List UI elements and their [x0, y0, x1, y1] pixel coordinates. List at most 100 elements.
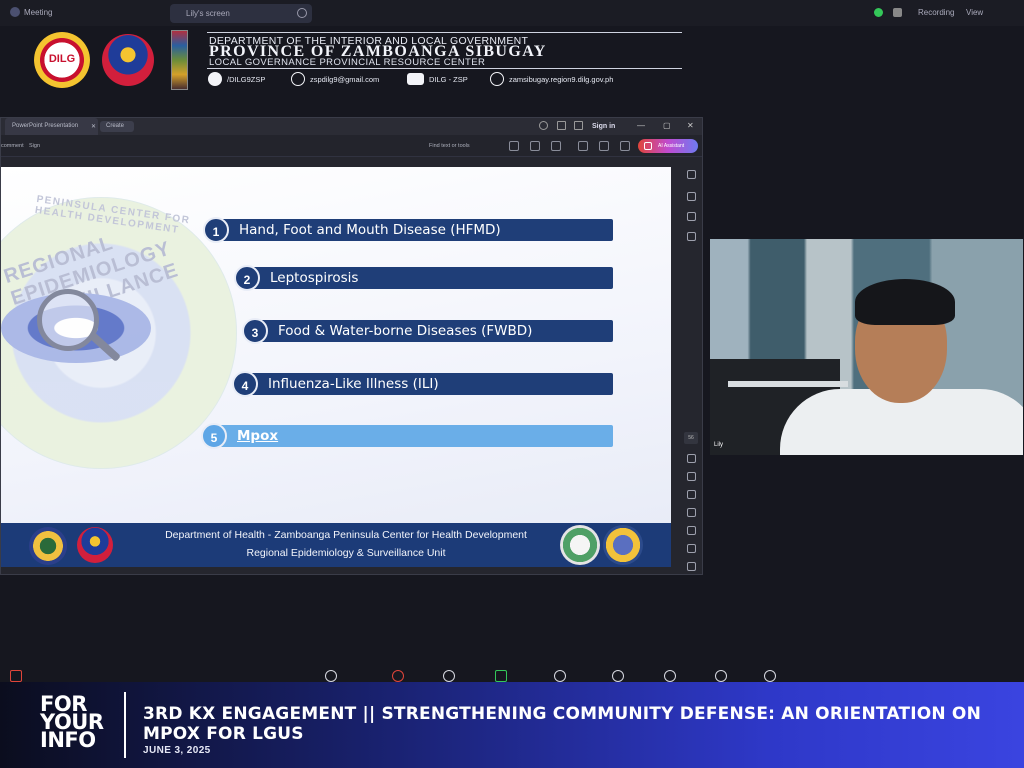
close-tab-icon[interactable]: ✕: [91, 123, 96, 130]
ppt-tab-label: PowerPoint Presentation: [12, 123, 79, 129]
list-item-label: Influenza-Like Illness (ILI): [244, 373, 613, 395]
print-icon[interactable]: [578, 141, 588, 151]
for-your-info-logo: FOR YOUR INFO: [40, 694, 116, 752]
zoom-out-icon[interactable]: [687, 562, 696, 571]
list-item-label: Hand, Foot and Mouth Disease (HFMD): [215, 219, 613, 241]
minimize-icon[interactable]: —: [637, 121, 645, 130]
website-url: zamsibugay.region9.dilg.gov.ph: [509, 75, 614, 84]
presentation-slide: PENINSULA CENTER FOR HEALTH DEVELOPMENT …: [1, 167, 671, 567]
recording-label: Recording: [918, 8, 955, 17]
lower-third-banner: FOR YOUR INFO 3RD KX ENGAGEMENT || STREN…: [0, 682, 1024, 768]
record-icon[interactable]: [715, 670, 727, 682]
ai-assistant-icon: [644, 142, 652, 150]
info-icon[interactable]: [612, 670, 624, 682]
list-item-number: 1: [203, 217, 229, 243]
copy-icon[interactable]: [687, 232, 696, 241]
participants-icon[interactable]: [325, 670, 337, 682]
view-button[interactable]: View: [966, 8, 983, 17]
rotate-icon[interactable]: [687, 508, 696, 517]
chat-icon[interactable]: [392, 670, 404, 682]
list-item-label: Mpox: [213, 425, 613, 447]
help-icon[interactable]: [539, 121, 548, 130]
resu-emblem-logo: PENINSULA CENTER FOR HEALTH DEVELOPMENT …: [1, 194, 237, 469]
participant-name: Lily: [714, 442, 724, 448]
ai-assistant-label: AI Assistant: [658, 143, 685, 149]
apps-icon[interactable]: [557, 121, 566, 130]
banner-date: JUNE 3, 2025: [143, 745, 211, 756]
comment-tool[interactable]: comment: [1, 143, 24, 149]
magnifier-icon: [37, 289, 99, 351]
meeting-icon[interactable]: [10, 7, 20, 17]
meeting-title: Meeting: [24, 8, 53, 17]
list-item-label: Food & Water-borne Diseases (FWBD): [254, 320, 613, 342]
screenshot-stage: Meeting Lily's screen Recording View DIL…: [0, 0, 1024, 768]
dilg-seal-logo: DILG: [34, 32, 90, 88]
stop-share-icon[interactable]: [297, 8, 307, 18]
more-icon[interactable]: [764, 670, 776, 682]
tool-icon[interactable]: [530, 141, 540, 151]
participant-video[interactable]: Lily: [710, 239, 1023, 455]
zoom-in-icon[interactable]: [687, 544, 696, 553]
sign-tool[interactable]: Sign: [29, 143, 40, 149]
side-tool-rail: 56: [681, 162, 701, 574]
comment-icon[interactable]: [687, 192, 696, 201]
screen-share-indicator[interactable]: Lily's screen: [170, 4, 312, 23]
email-icon: [291, 72, 305, 86]
facebook-icon: [208, 72, 222, 86]
header-rule-bottom: [207, 68, 682, 69]
ppt-titlebar: PowerPoint Presentation ✕ Create Sign in…: [1, 118, 702, 135]
resource-center-name: LOCAL GOVERNANCE PROVINCIAL RESOURCE CEN…: [209, 57, 486, 68]
camera-off-icon[interactable]: [10, 670, 22, 682]
email-address: zspdilg9@gmail.com: [310, 75, 380, 84]
list-item-number: 2: [234, 265, 260, 291]
screen-share-label: Lily's screen: [186, 9, 230, 18]
ai-assistant-button[interactable]: AI Assistant: [638, 139, 698, 153]
tool-icon[interactable]: [509, 141, 519, 151]
globe-icon: [490, 72, 504, 86]
banner-divider: [124, 692, 126, 758]
dilg-header: DILG DEPARTMENT OF THE INTERIOR AND LOCA…: [0, 26, 1024, 96]
text-icon[interactable]: [687, 454, 696, 463]
ppt-toolbar: comment Sign Find text or tools AI Assis…: [1, 135, 702, 157]
chd-seal-logo: [560, 525, 600, 565]
share-screen-icon[interactable]: [495, 670, 507, 682]
page-number-box[interactable]: 56: [684, 432, 698, 444]
participant-hair: [855, 279, 955, 325]
close-window-icon[interactable]: ✕: [687, 121, 694, 130]
resu-seal-logo: [603, 525, 643, 565]
pen-icon[interactable]: [599, 141, 609, 151]
youtube-icon: [407, 73, 424, 85]
thumbnail-icon[interactable]: [687, 170, 696, 179]
banner-title: 3RD KX ENGAGEMENT || STRENGTHENING COMMU…: [143, 704, 982, 744]
tool-icon[interactable]: [551, 141, 561, 151]
lgprc-bar-logo: [171, 30, 188, 90]
brand-line: INFO: [40, 728, 96, 752]
list-item-label: Leptospirosis: [246, 267, 613, 289]
list-item-number: 4: [232, 371, 258, 397]
apps-icon[interactable]: [554, 670, 566, 682]
chevron-down-icon[interactable]: [687, 490, 696, 499]
find-text-tools[interactable]: Find text or tools: [429, 143, 470, 149]
maximize-icon[interactable]: ▢: [663, 121, 671, 130]
sign-in-link[interactable]: Sign in: [592, 123, 615, 130]
facebook-handle: /DILG9ZSP: [227, 75, 266, 84]
meeting-top-bar: Meeting Lily's screen Recording View: [0, 0, 1024, 26]
ppt-tab[interactable]: PowerPoint Presentation ✕: [5, 118, 98, 135]
list-item-number: 3: [242, 318, 268, 344]
fit-page-icon[interactable]: [687, 526, 696, 535]
slide-footer: Department of Health - Zamboanga Peninsu…: [1, 523, 671, 567]
notifications-icon[interactable]: [574, 121, 583, 130]
background-shelf-top: [728, 381, 848, 387]
powerpoint-window: PowerPoint Presentation ✕ Create Sign in…: [0, 117, 703, 575]
export-icon[interactable]: [687, 212, 696, 221]
status-dot-icon: [874, 8, 883, 17]
share-icon[interactable]: [620, 141, 630, 151]
bagong-pilipinas-logo: [102, 34, 154, 86]
recording-icon[interactable]: [893, 8, 902, 17]
create-button[interactable]: Create: [100, 121, 134, 132]
list-item-number: 5: [201, 423, 227, 449]
whiteboard-icon[interactable]: [664, 670, 676, 682]
chevron-up-icon[interactable]: [687, 472, 696, 481]
header-rule-top: [207, 32, 682, 33]
reactions-icon[interactable]: [443, 670, 455, 682]
